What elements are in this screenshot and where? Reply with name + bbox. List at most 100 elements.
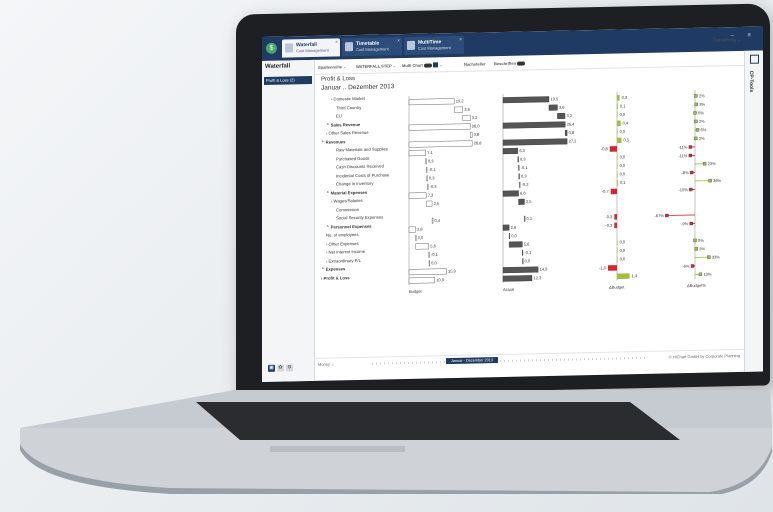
waterfall-bar xyxy=(454,106,463,113)
delta-bar xyxy=(608,265,617,271)
pin-head xyxy=(698,272,703,277)
delta-bar xyxy=(617,103,618,110)
waterfall-bar xyxy=(428,260,430,267)
timeline-scrubber[interactable] xyxy=(372,356,647,365)
data-label: 2,5 xyxy=(434,201,440,206)
data-label: -9% xyxy=(681,221,689,226)
toolbar-label: Nachsteller xyxy=(464,61,486,67)
pin-head xyxy=(694,94,698,98)
data-label: 26,4 xyxy=(567,121,576,126)
waterfall-bar xyxy=(518,164,520,171)
table-icon xyxy=(345,42,353,52)
app-window: $ Waterfall Cost Management × Timetable Co… xyxy=(262,26,763,382)
sidebar-buttons: ▣ ✿ ⚙ xyxy=(268,364,295,372)
data-label: 6% xyxy=(701,127,707,132)
toggle-icon[interactable] xyxy=(424,63,433,68)
pin-head xyxy=(703,162,707,166)
data-label: 27,2 xyxy=(569,138,578,143)
pin-head xyxy=(688,153,693,158)
tools-label[interactable]: CP-Tools xyxy=(748,71,754,93)
waterfall-bar xyxy=(518,173,520,180)
waterfall-bar xyxy=(517,156,519,163)
delta-bar xyxy=(617,239,618,246)
delta-bar xyxy=(617,256,618,263)
waterfall-bar xyxy=(408,123,471,131)
waterfall-bar xyxy=(426,175,428,182)
data-label: 0,0 xyxy=(620,239,626,244)
period-slider[interactable]: Januar - Dezember 2013 xyxy=(446,357,498,365)
delta-bar xyxy=(617,137,622,144)
data-label: 13% xyxy=(703,272,711,277)
data-label: -6% xyxy=(682,264,690,269)
view-dropdown[interactable]: Darstellung ⌄ xyxy=(713,37,741,44)
grid-icon[interactable] xyxy=(433,62,439,68)
copyright-text: © HiChart GmbH by Corporate Planning xyxy=(668,352,740,360)
pin-head xyxy=(688,145,693,149)
waterfall-bar xyxy=(524,215,526,222)
close-icon[interactable]: × xyxy=(459,37,462,43)
data-label: -0,8 xyxy=(601,146,609,151)
waterfall-bar xyxy=(565,129,568,136)
waterfall-bar xyxy=(426,200,433,207)
data-label: 0,3 xyxy=(429,175,435,180)
delta-bar xyxy=(614,222,617,229)
waterfall-bar xyxy=(518,198,525,205)
toolbar-waterfall-step[interactable]: WATERFALL STEP ⌄ xyxy=(356,63,396,69)
tab-timetable[interactable]: Timetable Cost Management × xyxy=(342,37,402,57)
filter-button[interactable]: ✿ xyxy=(277,364,284,372)
tab-subtitle: Cost Management xyxy=(356,46,389,53)
close-icon[interactable]: × xyxy=(335,39,338,45)
data-label: 0,8 xyxy=(474,132,480,137)
toolbar-adjust[interactable]: Nachsteller xyxy=(464,61,486,66)
currency-selector[interactable]: Money ⌄ xyxy=(318,361,334,366)
toolbar-labels[interactable]: Beschriften xyxy=(494,60,526,66)
close-icon[interactable]: × xyxy=(397,38,400,44)
pin-head xyxy=(708,178,712,183)
data-label: 0,0 xyxy=(620,112,626,117)
waterfall-bar xyxy=(522,249,524,256)
data-label: 3% xyxy=(699,246,705,251)
waterfall-bar xyxy=(408,149,426,157)
waterfall-bar xyxy=(408,192,427,199)
data-label: 0,0 xyxy=(620,256,626,261)
pin-head xyxy=(694,136,698,141)
tab-waterfall[interactable]: Waterfall Cost Management × xyxy=(282,38,340,58)
pin-head xyxy=(665,213,669,218)
delta-bar xyxy=(617,163,618,169)
data-label: -11% xyxy=(678,145,687,150)
toolbar-multichart[interactable]: Multi Chart ⌄ xyxy=(402,62,443,68)
sidebar-item-profit-loss[interactable]: Profit & Loss (2) xyxy=(264,75,312,85)
data-label: 26,0 xyxy=(472,123,481,128)
waterfall-bar xyxy=(502,121,566,129)
data-label: -0,1 xyxy=(524,250,532,255)
pin-line xyxy=(666,214,695,216)
axis-label: ΔBudget% xyxy=(687,283,706,288)
data-label: -0,3 xyxy=(605,214,613,219)
waterfall-bar xyxy=(408,226,416,233)
pin-head xyxy=(695,128,700,132)
toolbar-series[interactable]: Spaltenreihe ⌄ xyxy=(318,64,346,70)
data-label: 0,0 xyxy=(511,233,517,238)
axis-label: Budget xyxy=(409,289,423,294)
delta-bar xyxy=(617,120,621,127)
waterfall-bar xyxy=(548,104,558,111)
data-label: -8% xyxy=(682,170,690,175)
tab-multitime[interactable]: MultiTime Cost Management × xyxy=(404,35,464,56)
data-label: 7,3 xyxy=(428,192,434,197)
waterfall-bar xyxy=(408,268,447,276)
currency-label: Money xyxy=(318,361,331,367)
settings-button[interactable]: ⚙ xyxy=(286,364,293,372)
pin-head xyxy=(693,111,697,115)
view-button[interactable]: ▣ xyxy=(268,364,275,372)
data-label: 19,2 xyxy=(456,98,465,103)
panel-icon[interactable] xyxy=(750,54,759,64)
data-label: -0,1 xyxy=(431,252,439,257)
data-label: 6,6 xyxy=(520,190,526,195)
waterfall-bar xyxy=(415,243,429,250)
toggle-icon[interactable] xyxy=(517,61,526,66)
laptop-base xyxy=(20,388,772,494)
waterfall-bar xyxy=(502,266,539,274)
data-label: 0,3 xyxy=(521,173,527,178)
data-label: 0,0 xyxy=(620,163,626,168)
sidebar: Waterfall Profit & Loss (2) ▣ ✿ ⚙ xyxy=(262,59,315,382)
